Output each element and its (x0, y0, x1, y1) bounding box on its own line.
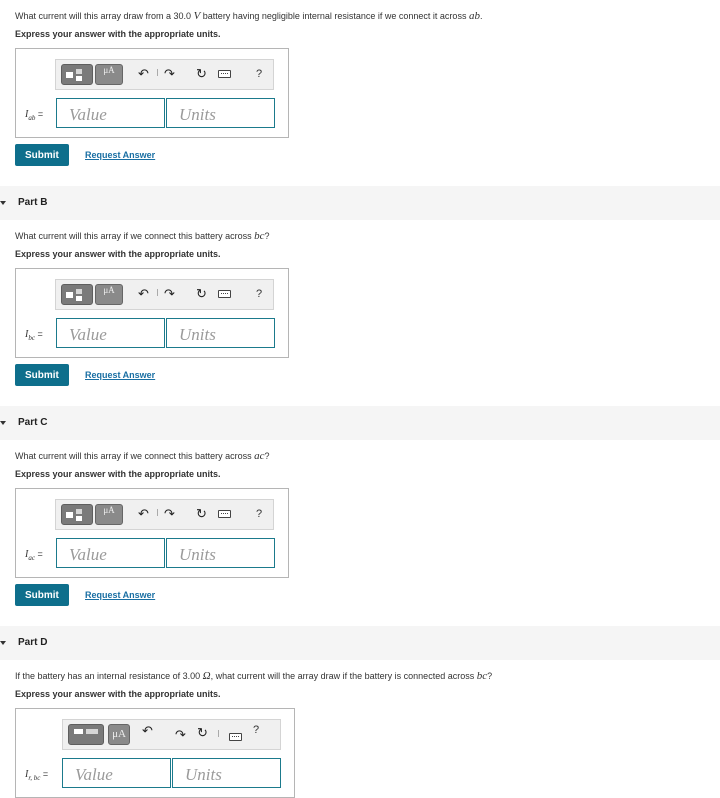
question-text: What current will this array if we conne… (15, 451, 255, 461)
answer-label: Iac = (25, 549, 43, 562)
question-variable: ac (254, 450, 265, 462)
help-icon[interactable]: ? (253, 724, 259, 736)
units-input[interactable] (166, 318, 275, 348)
reset-icon[interactable]: ↻ (197, 726, 208, 740)
part-a-instruction: Express your answer with the appropriate… (15, 29, 221, 39)
question-text: . (479, 11, 483, 21)
toolbar-divider (157, 69, 158, 76)
redo-icon[interactable]: ↷ (175, 728, 186, 742)
units-template-icon[interactable]: μA (95, 64, 123, 85)
redo-icon[interactable]: ↷ (164, 287, 175, 301)
part-d-header[interactable]: Part D (0, 626, 720, 660)
answer-label: Ibc = (25, 329, 43, 342)
question-text: battery having negligible internal resis… (200, 11, 469, 21)
question-text: ? (264, 451, 270, 461)
keyboard-icon[interactable] (218, 510, 231, 518)
units-template-icon[interactable]: μA (95, 284, 123, 305)
question-text: What current will this array draw from a… (15, 11, 194, 21)
units-input[interactable] (166, 98, 275, 128)
undo-icon[interactable]: ↶ (138, 67, 149, 81)
question-text: ? (264, 231, 270, 241)
toolbar-divider (218, 730, 219, 737)
units-template-icon[interactable]: μA (108, 724, 130, 745)
part-a-question: What current will this array draw from a… (15, 10, 482, 22)
part-d-instruction: Express your answer with the appropriate… (15, 689, 221, 699)
submit-button[interactable]: Submit (15, 584, 69, 606)
question-text: , what current will the array draw if th… (210, 671, 477, 681)
answer-label: Ir, bc = (25, 769, 49, 782)
math-toolbar: μA ↶ ↷ ↻ ? (55, 279, 274, 310)
part-c-header[interactable]: Part C (0, 406, 720, 440)
math-toolbar: μA ↶ ↷ ↻ ? (55, 59, 274, 90)
value-input[interactable] (56, 538, 165, 568)
request-answer-link[interactable]: Request Answer (85, 370, 155, 380)
value-input[interactable] (56, 318, 165, 348)
question-variable: bc (476, 670, 488, 682)
toolbar-divider (157, 289, 158, 296)
part-title: Part D (18, 637, 48, 648)
keyboard-icon[interactable] (218, 290, 231, 298)
collapse-triangle-icon (0, 641, 6, 645)
part-a-answer-panel: μA ↶ ↷ ↻ ? Iab = (15, 48, 289, 138)
units-input[interactable] (166, 538, 275, 568)
part-b-instruction: Express your answer with the appropriate… (15, 249, 221, 259)
help-icon[interactable]: ? (256, 288, 262, 300)
template-icon[interactable] (61, 284, 93, 305)
template-icon[interactable] (68, 724, 104, 745)
undo-icon[interactable]: ↶ (138, 287, 149, 301)
question-text: What current will this array if we conne… (15, 231, 255, 241)
units-template-icon[interactable]: μA (95, 504, 123, 525)
redo-icon[interactable]: ↷ (164, 67, 175, 81)
part-b-answer-panel: μA ↶ ↷ ↻ ? Ibc = (15, 268, 289, 358)
question-unit: Ω (202, 670, 211, 682)
math-toolbar: μA ↶ ↷ ↻ ? (62, 719, 281, 750)
request-answer-link[interactable]: Request Answer (85, 150, 155, 160)
part-c-instruction: Express your answer with the appropriate… (15, 469, 221, 479)
submit-button[interactable]: Submit (15, 364, 69, 386)
part-b-question: What current will this array if we conne… (15, 230, 270, 242)
units-input[interactable] (172, 758, 281, 788)
redo-icon[interactable]: ↷ (164, 507, 175, 521)
help-icon[interactable]: ? (256, 68, 262, 80)
request-answer-link[interactable]: Request Answer (85, 590, 155, 600)
part-d-answer-panel: μA ↶ ↷ ↻ ? Ir, bc = (15, 708, 295, 798)
submit-button[interactable]: Submit (15, 144, 69, 166)
reset-icon[interactable]: ↻ (196, 287, 207, 301)
question-variable: ab (468, 10, 480, 22)
value-input[interactable] (56, 98, 165, 128)
help-icon[interactable]: ? (256, 508, 262, 520)
undo-icon[interactable]: ↶ (138, 507, 149, 521)
reset-icon[interactable]: ↻ (196, 67, 207, 81)
keyboard-icon[interactable] (229, 733, 242, 741)
collapse-triangle-icon (0, 201, 6, 205)
question-text: ? (487, 671, 493, 681)
part-title: Part C (18, 417, 48, 428)
collapse-triangle-icon (0, 421, 6, 425)
toolbar-divider (157, 509, 158, 516)
question-variable: bc (254, 230, 265, 242)
answer-label: Iab = (25, 109, 44, 122)
part-title: Part B (18, 197, 48, 208)
template-icon[interactable] (61, 504, 93, 525)
reset-icon[interactable]: ↻ (196, 507, 207, 521)
template-icon[interactable] (61, 64, 93, 85)
part-b-header[interactable]: Part B (0, 186, 720, 220)
math-toolbar: μA ↶ ↷ ↻ ? (55, 499, 274, 530)
keyboard-icon[interactable] (218, 70, 231, 78)
value-input[interactable] (62, 758, 171, 788)
part-c-answer-panel: μA ↶ ↷ ↻ ? Iac = (15, 488, 289, 578)
question-text: If the battery has an internal resistanc… (15, 671, 203, 681)
undo-icon[interactable]: ↶ (142, 724, 153, 738)
part-c-question: What current will this array if we conne… (15, 450, 270, 462)
part-d-question: If the battery has an internal resistanc… (15, 670, 492, 682)
